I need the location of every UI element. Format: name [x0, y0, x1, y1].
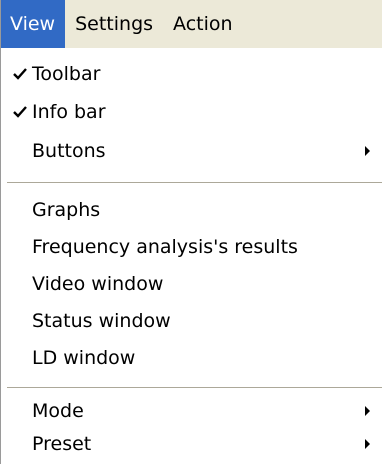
menu-item-toolbar[interactable]: Toolbar	[1, 55, 382, 93]
menu-item-label: Preset	[32, 433, 92, 455]
menu-view[interactable]: View	[1, 0, 66, 48]
menu-item-graphs[interactable]: Graphs	[1, 191, 382, 229]
menu-item-label: Buttons	[32, 140, 106, 162]
submenu-arrow-icon	[365, 439, 370, 449]
menu-item-preset[interactable]: Preset	[1, 425, 382, 463]
menu-item-info-bar[interactable]: Info bar	[1, 93, 382, 131]
submenu-arrow-icon	[365, 406, 370, 416]
submenu-arrow-icon	[365, 146, 370, 156]
view-menu-dropdown: Toolbar Info bar Buttons Graphs Frequenc…	[1, 48, 382, 464]
menu-settings[interactable]: Settings	[65, 0, 163, 48]
checkmark-icon	[13, 106, 27, 118]
menu-item-ld-window[interactable]: LD window	[1, 339, 382, 377]
menu-separator	[7, 387, 382, 389]
menu-item-status-window[interactable]: Status window	[1, 302, 382, 340]
menu-item-label: Video window	[32, 273, 164, 295]
menu-item-frequency-analysis-results[interactable]: Frequency analysis's results	[1, 228, 382, 266]
checkmark-icon	[13, 68, 27, 80]
menu-item-label: Mode	[32, 400, 84, 422]
menu-item-label: Info bar	[32, 101, 106, 123]
menu-item-label: Frequency analysis's results	[32, 236, 298, 258]
menu-item-label: Graphs	[32, 199, 101, 221]
menu-item-label: LD window	[32, 347, 136, 369]
menu-separator	[7, 182, 382, 184]
application-window: View Settings Action Toolbar Info bar Bu…	[0, 0, 382, 464]
menu-item-video-window[interactable]: Video window	[1, 265, 382, 303]
menu-bar: View Settings Action	[1, 0, 382, 48]
menu-item-label: Status window	[32, 310, 171, 332]
menu-item-label: Toolbar	[32, 63, 101, 85]
menu-action[interactable]: Action	[163, 0, 243, 48]
menu-item-buttons[interactable]: Buttons	[1, 132, 382, 170]
